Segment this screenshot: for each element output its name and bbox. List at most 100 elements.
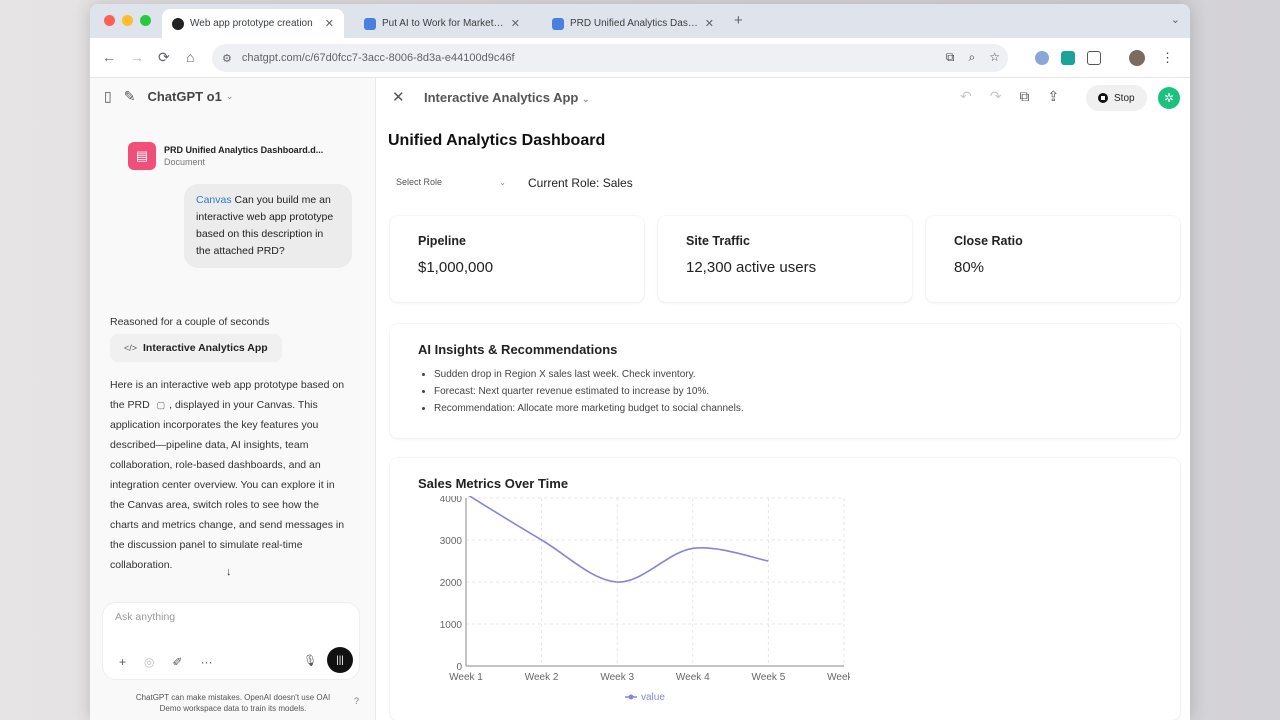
omnibox[interactable]: ⚙ chatgpt.com/c/67d0fcc7-3acc-8006-8d3a-…	[212, 44, 1008, 72]
message-input[interactable]	[115, 611, 335, 623]
extension-icon[interactable]	[1061, 51, 1075, 65]
x-tick-label: Week 1	[449, 672, 483, 683]
legend-label: value	[641, 692, 665, 703]
extensions-area: ⋮	[1035, 50, 1174, 66]
canvas-title[interactable]: Interactive Analytics App ⌄	[424, 90, 590, 105]
attachment-name: PRD Unified Analytics Dashboard.d...	[164, 145, 324, 155]
x-tick-label: Week 6	[827, 672, 850, 683]
y-tick-label: 2000	[440, 578, 463, 589]
tab-label: PRD Unified Analytics Dashb...	[570, 18, 699, 29]
tools-icon[interactable]: ✐	[173, 655, 183, 669]
attachment-card[interactable]: ▤ PRD Unified Analytics Dashboard.d... D…	[128, 138, 348, 174]
zoom-icon[interactable]: ⌕	[969, 50, 976, 65]
insights-title: AI Insights & Recommendations	[418, 342, 618, 357]
close-window-button[interactable]	[104, 15, 115, 26]
metric-title: Close Ratio	[954, 234, 1023, 248]
user-message: Canvas Can you build me an interactive w…	[184, 184, 352, 268]
stop-label: Stop	[1114, 92, 1135, 104]
voice-mode-button[interactable]: |||	[327, 647, 353, 673]
canvas-header: ✕ Interactive Analytics App ⌄ ↶ ↷ ⧉ ⇪ St…	[376, 78, 1190, 118]
profile-avatar[interactable]	[1129, 50, 1145, 66]
close-tab-icon[interactable]: ✕	[511, 17, 520, 30]
assistant-message: Here is an interactive web app prototype…	[110, 375, 350, 575]
maximize-window-button[interactable]	[140, 15, 151, 26]
globe-icon[interactable]: ◎	[144, 655, 154, 669]
openai-logo-icon: ✲	[1158, 87, 1180, 109]
x-tick-label: Week 4	[676, 672, 710, 683]
redo-icon[interactable]: ↷	[990, 88, 1002, 105]
disclaimer-text: ChatGPT can make mistakes. OpenAI doesn'…	[135, 693, 331, 713]
list-item: Sudden drop in Region X sales last week.…	[434, 366, 744, 383]
insights-card: AI Insights & Recommendations Sudden dro…	[390, 324, 1180, 438]
tab-search-chevron-icon[interactable]: ⌄	[1171, 13, 1180, 26]
canvas-panel: ✕ Interactive Analytics App ⌄ ↶ ↷ ⧉ ⇪ St…	[376, 78, 1190, 720]
metric-value: $1,000,000	[418, 259, 494, 276]
browser-tab-3[interactable]: PRD Unified Analytics Dashb... ✕	[542, 9, 724, 38]
metric-card-site-traffic: Site Traffic 12,300 active users	[658, 216, 912, 302]
chart-title: Sales Metrics Over Time	[418, 476, 569, 491]
canvas-title-text: Interactive Analytics App	[424, 90, 579, 105]
y-tick-label: 1000	[440, 620, 463, 631]
share-icon[interactable]: ⇪	[1047, 88, 1059, 105]
reload-icon[interactable]: ⟳	[158, 49, 170, 66]
chevron-down-icon[interactable]: ⌄	[226, 91, 234, 102]
code-icon: </>	[124, 343, 138, 353]
x-tick-label: Week 5	[752, 672, 786, 683]
undo-icon[interactable]: ↶	[960, 88, 972, 105]
close-tab-icon[interactable]: ✕	[705, 17, 714, 30]
assistant-text-part: , displayed in your Canvas. This applica…	[110, 399, 345, 571]
list-item: Recommendation: Allocate more marketing …	[434, 400, 744, 417]
role-select[interactable]: Select Role ⌄	[392, 170, 510, 194]
attach-plus-icon[interactable]: +	[119, 655, 126, 669]
browser-tab-2[interactable]: Put AI to Work for Marketing ✕	[354, 9, 530, 38]
close-tab-icon[interactable]: ✕	[325, 17, 334, 30]
browser-tab-1[interactable]: Web app prototype creation ✕	[162, 9, 344, 38]
current-role: Current Role: Sales	[528, 176, 633, 190]
url-text[interactable]: chatgpt.com/c/67d0fcc7-3acc-8006-8d3a-e4…	[242, 52, 515, 64]
more-options-icon[interactable]: ···	[201, 655, 213, 669]
docs-favicon-icon	[552, 17, 564, 30]
puzzle-extensions-icon[interactable]	[1087, 51, 1101, 65]
docs-favicon-icon	[364, 17, 376, 30]
list-item: Forecast: Next quarter revenue estimated…	[434, 383, 744, 400]
site-settings-icon[interactable]: ⚙	[222, 52, 232, 65]
document-icon: ▤	[128, 142, 156, 170]
canvas-artifact-button[interactable]: </> Interactive Analytics App	[110, 334, 282, 362]
canvas-tag: Canvas	[196, 194, 232, 206]
browser-window: Web app prototype creation ✕ Put AI to W…	[90, 4, 1190, 720]
chevron-down-icon: ⌄	[499, 177, 506, 187]
x-tick-label: Week 3	[600, 672, 634, 683]
home-icon[interactable]: ⌂	[186, 49, 194, 65]
reasoning-status[interactable]: Reasoned for a couple of seconds	[110, 316, 269, 328]
new-tab-button[interactable]: +	[734, 12, 743, 29]
scroll-down-arrow-icon[interactable]: ↓	[226, 566, 232, 578]
forward-arrow-icon[interactable]: →	[130, 49, 144, 65]
legend-marker	[628, 694, 634, 700]
file-reference-icon[interactable]: ▢	[153, 395, 170, 415]
metric-value: 12,300 active users	[686, 259, 817, 276]
metric-title: Pipeline	[418, 234, 466, 248]
y-tick-label: 3000	[440, 536, 463, 547]
back-arrow-icon[interactable]: ←	[102, 49, 116, 65]
microphone-icon[interactable]: 🎙	[303, 654, 317, 667]
new-chat-icon[interactable]: ✎	[124, 88, 136, 105]
help-button[interactable]: ?	[354, 696, 359, 706]
open-external-icon[interactable]: ⧉	[946, 50, 955, 65]
sales-line-chart: 01000200030004000Week 1 Week 2 Week 3 Week …	[440, 496, 850, 703]
sales-chart-card: Sales Metrics Over Time 0 1000 2000 3000 400…	[390, 458, 1180, 720]
window-controls	[104, 15, 151, 26]
stop-icon	[1098, 93, 1108, 103]
stop-button[interactable]: Stop	[1086, 85, 1147, 111]
omnibox-actions: ⧉ ⌕ ☆	[946, 50, 1000, 65]
browser-menu-icon[interactable]: ⋮	[1161, 50, 1174, 66]
extension-icon[interactable]	[1035, 51, 1049, 65]
metric-value: 80%	[954, 259, 985, 276]
close-canvas-icon[interactable]: ✕	[392, 88, 405, 106]
minimize-window-button[interactable]	[122, 15, 133, 26]
message-composer: + ◎ ✐ ··· 🎙 |||	[102, 602, 360, 680]
model-selector[interactable]: ChatGPT o1	[147, 89, 221, 104]
copy-icon[interactable]: ⧉	[1019, 88, 1029, 105]
sidebar-toggle-icon[interactable]: ▯	[104, 88, 112, 105]
chat-header: ▯ ✎ ChatGPT o1 ⌄	[104, 88, 233, 105]
bookmark-star-icon[interactable]: ☆	[989, 50, 1000, 65]
